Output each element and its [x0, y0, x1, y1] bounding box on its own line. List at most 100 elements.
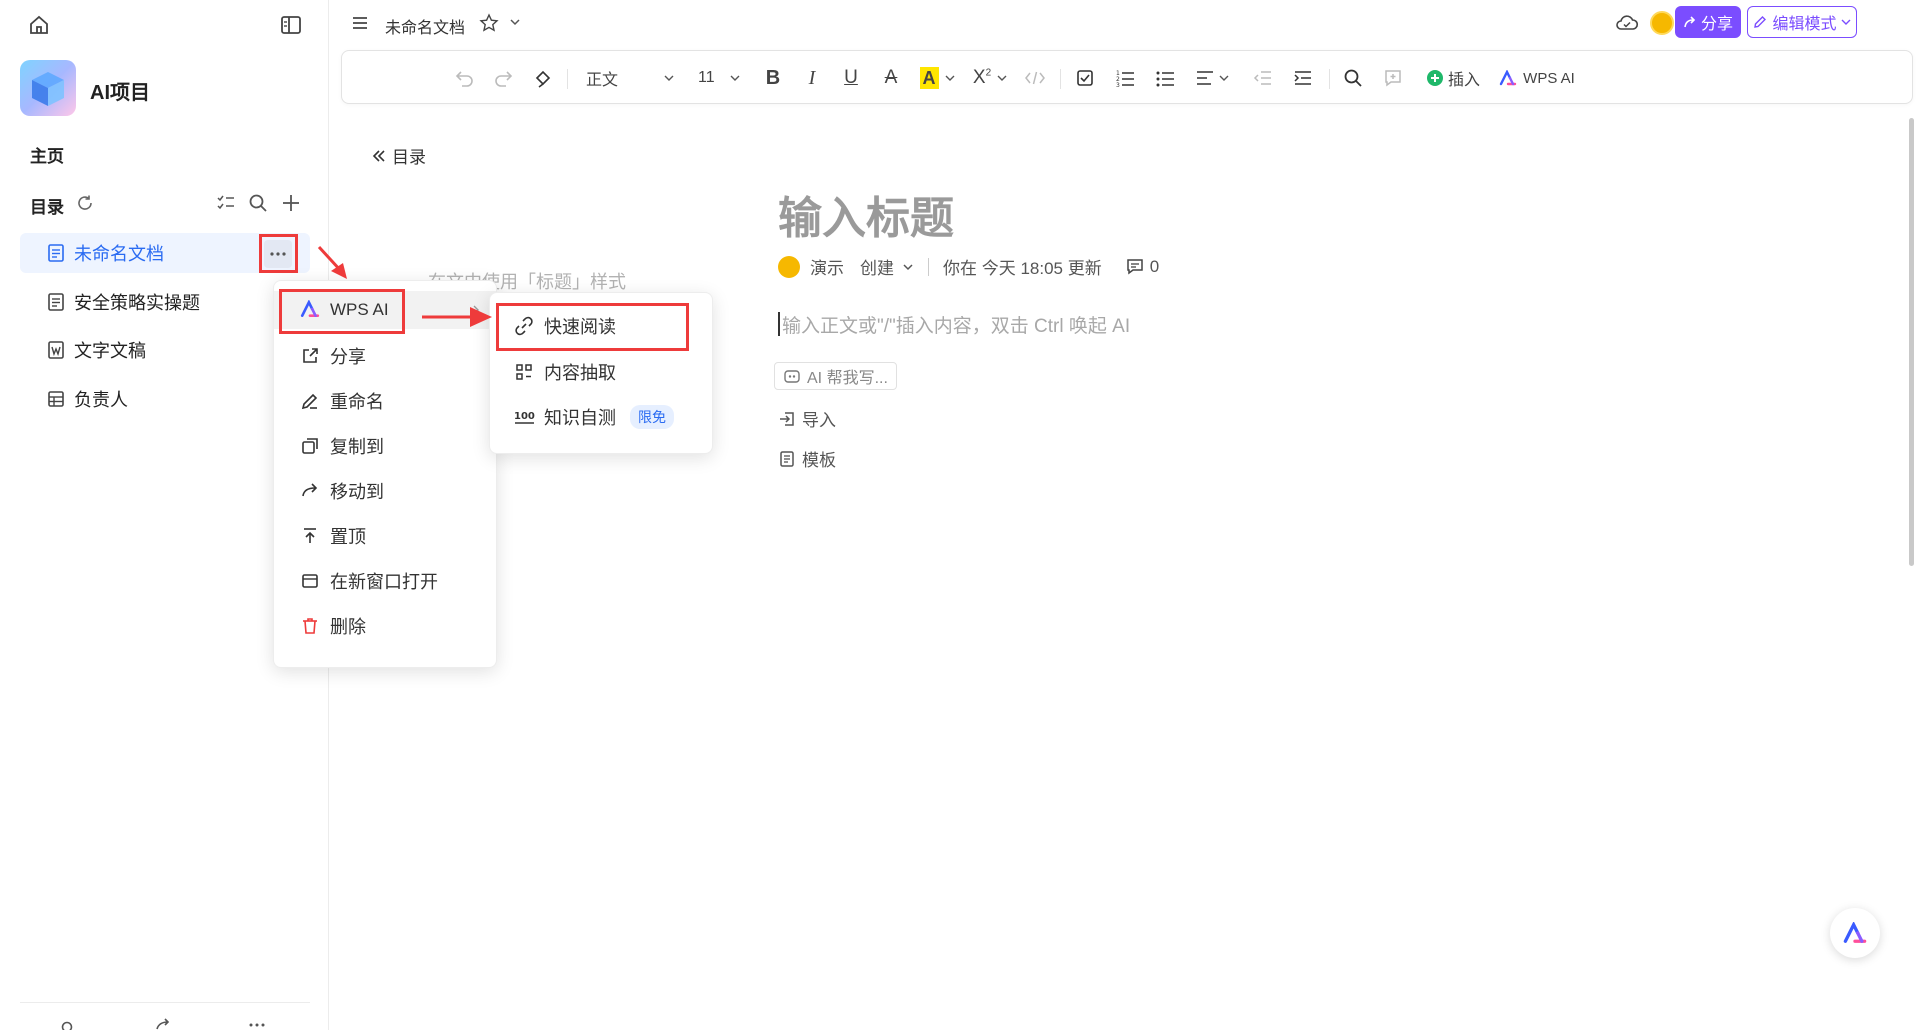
tree-item-owner-table[interactable]: 负责人: [20, 379, 310, 419]
menu-item-rename[interactable]: 重命名: [274, 382, 496, 420]
tree-item-label: 安全策略实操题: [74, 293, 200, 313]
double-chevron-left-icon: [372, 149, 386, 163]
undo-icon[interactable]: [448, 51, 482, 105]
ai-robot-icon: [783, 368, 801, 384]
svg-text:100: 100: [514, 411, 535, 422]
ai-help-write-button[interactable]: AI 帮我写...: [774, 362, 897, 390]
chevron-down-icon: [997, 74, 1007, 82]
align-left-icon: [1195, 69, 1215, 87]
format-painter-icon[interactable]: [526, 51, 560, 105]
toolbar-divider: [1329, 69, 1330, 89]
import-icon: [778, 410, 796, 428]
code-icon[interactable]: [1018, 51, 1052, 105]
menu-item-delete[interactable]: 删除: [274, 607, 496, 645]
ordered-list-icon[interactable]: 123: [1108, 51, 1142, 105]
tree-item-word-doc[interactable]: 文字文稿: [20, 330, 310, 370]
tree-item-label: 文字文稿: [74, 341, 146, 361]
menu-item-open-new-window[interactable]: 在新窗口打开: [274, 562, 496, 600]
toolbar-divider: [567, 69, 568, 89]
chevron-down-icon[interactable]: [902, 262, 914, 272]
updated-text: 你在 今天 18:05 更新: [943, 259, 1102, 278]
chevron-down-icon: [945, 74, 955, 82]
share-button[interactable]: 分享: [1675, 6, 1741, 38]
search-icon[interactable]: [248, 193, 268, 213]
cloud-sync-icon[interactable]: [1615, 12, 1639, 34]
highlight-icon: A: [919, 67, 939, 89]
text-cursor: [778, 312, 780, 336]
copy-icon: [300, 436, 320, 456]
import-button[interactable]: 导入: [778, 406, 836, 431]
outdent-icon[interactable]: [1246, 51, 1280, 105]
pin-top-icon: [300, 526, 320, 546]
plus-circle-icon: [1426, 69, 1444, 87]
toolbar-divider: [1060, 69, 1061, 89]
menu-item-pin-top[interactable]: 置顶: [274, 517, 496, 555]
highlight-color-button[interactable]: A: [913, 51, 961, 105]
submenu-item-content-extract[interactable]: 内容抽取: [490, 353, 712, 391]
add-icon[interactable]: [281, 193, 301, 213]
title-input[interactable]: 输入标题: [778, 182, 954, 246]
sort-list-icon[interactable]: [216, 194, 236, 212]
home-link[interactable]: 主页: [30, 142, 64, 167]
edit-mode-button[interactable]: 编辑模式: [1747, 6, 1857, 38]
align-button[interactable]: [1188, 51, 1236, 105]
format-toolbar: 正文 11 B I U A A X2 123 插入 WPS AI: [341, 50, 1913, 104]
share-icon: [1683, 15, 1697, 29]
pencil-icon: [300, 391, 320, 411]
sidebar-toggle-icon[interactable]: [280, 14, 302, 36]
menu-icon[interactable]: [351, 14, 369, 32]
settings-icon[interactable]: [58, 1018, 76, 1030]
highlight-box-more: [259, 234, 298, 273]
free-badge: 限免: [630, 405, 674, 429]
chevron-down-icon: [664, 74, 674, 82]
checkbox-list-icon[interactable]: [1068, 51, 1102, 105]
score-100-icon: 100: [514, 407, 535, 427]
doc-title-tab[interactable]: 未命名文档: [385, 14, 465, 38]
refresh-icon[interactable]: [76, 194, 94, 212]
template-button[interactable]: 模板: [778, 446, 836, 471]
template-icon: [778, 450, 796, 468]
paragraph-style-select[interactable]: 正文: [580, 51, 680, 105]
toc-label: 目录: [30, 198, 64, 217]
more-icon[interactable]: [248, 1022, 266, 1028]
wps-ai-toolbar-button[interactable]: WPS AI: [1494, 51, 1580, 105]
bold-button[interactable]: B: [756, 51, 790, 105]
doc-icon: [46, 243, 66, 263]
menu-item-move-to[interactable]: 移动到: [274, 472, 496, 510]
home-icon[interactable]: [28, 14, 50, 36]
star-icon[interactable]: [479, 13, 499, 33]
redo-icon[interactable]: [486, 51, 520, 105]
project-avatar: [20, 60, 76, 116]
user-avatar[interactable]: [1650, 11, 1674, 35]
insert-button[interactable]: 插入: [1422, 51, 1484, 105]
italic-button[interactable]: I: [795, 51, 829, 105]
tree-item-security-task[interactable]: 安全策略实操题: [20, 282, 310, 322]
scrollbar-thumb[interactable]: [1909, 118, 1914, 566]
meta-divider: [928, 257, 929, 276]
strikethrough-button[interactable]: A: [874, 51, 908, 105]
font-size-select[interactable]: 11: [694, 51, 744, 105]
floating-ai-button[interactable]: [1830, 908, 1880, 958]
wps-ai-logo-icon: [1499, 70, 1517, 86]
submenu-item-knowledge-test[interactable]: 100 知识自测 限免: [490, 398, 712, 436]
indent-icon[interactable]: [1286, 51, 1320, 105]
comment-icon[interactable]: [1126, 258, 1144, 276]
pencil-icon: [1753, 15, 1767, 29]
comment-add-icon[interactable]: [1376, 51, 1410, 105]
superscript-button[interactable]: X2: [966, 51, 1014, 105]
trash-icon: [300, 616, 320, 636]
underline-button[interactable]: U: [834, 51, 868, 105]
toc-back-button[interactable]: 目录: [372, 143, 426, 168]
tree-item-label: 未命名文档: [74, 244, 164, 264]
wps-ai-logo-icon: [1842, 922, 1868, 944]
project-name: AI项目: [90, 82, 150, 104]
menu-item-share[interactable]: 分享: [274, 337, 496, 375]
body-input[interactable]: 输入正文或"/"插入内容，双击 Ctrl 唤起 AI: [782, 311, 1130, 338]
chevron-down-icon[interactable]: [509, 17, 521, 27]
share-out-icon: [300, 346, 320, 366]
find-icon[interactable]: [1336, 51, 1370, 105]
bullet-list-icon[interactable]: [1148, 51, 1182, 105]
menu-item-copy-to[interactable]: 复制到: [274, 427, 496, 465]
share-arrow-icon[interactable]: [154, 1018, 172, 1030]
author-avatar: [778, 255, 800, 278]
